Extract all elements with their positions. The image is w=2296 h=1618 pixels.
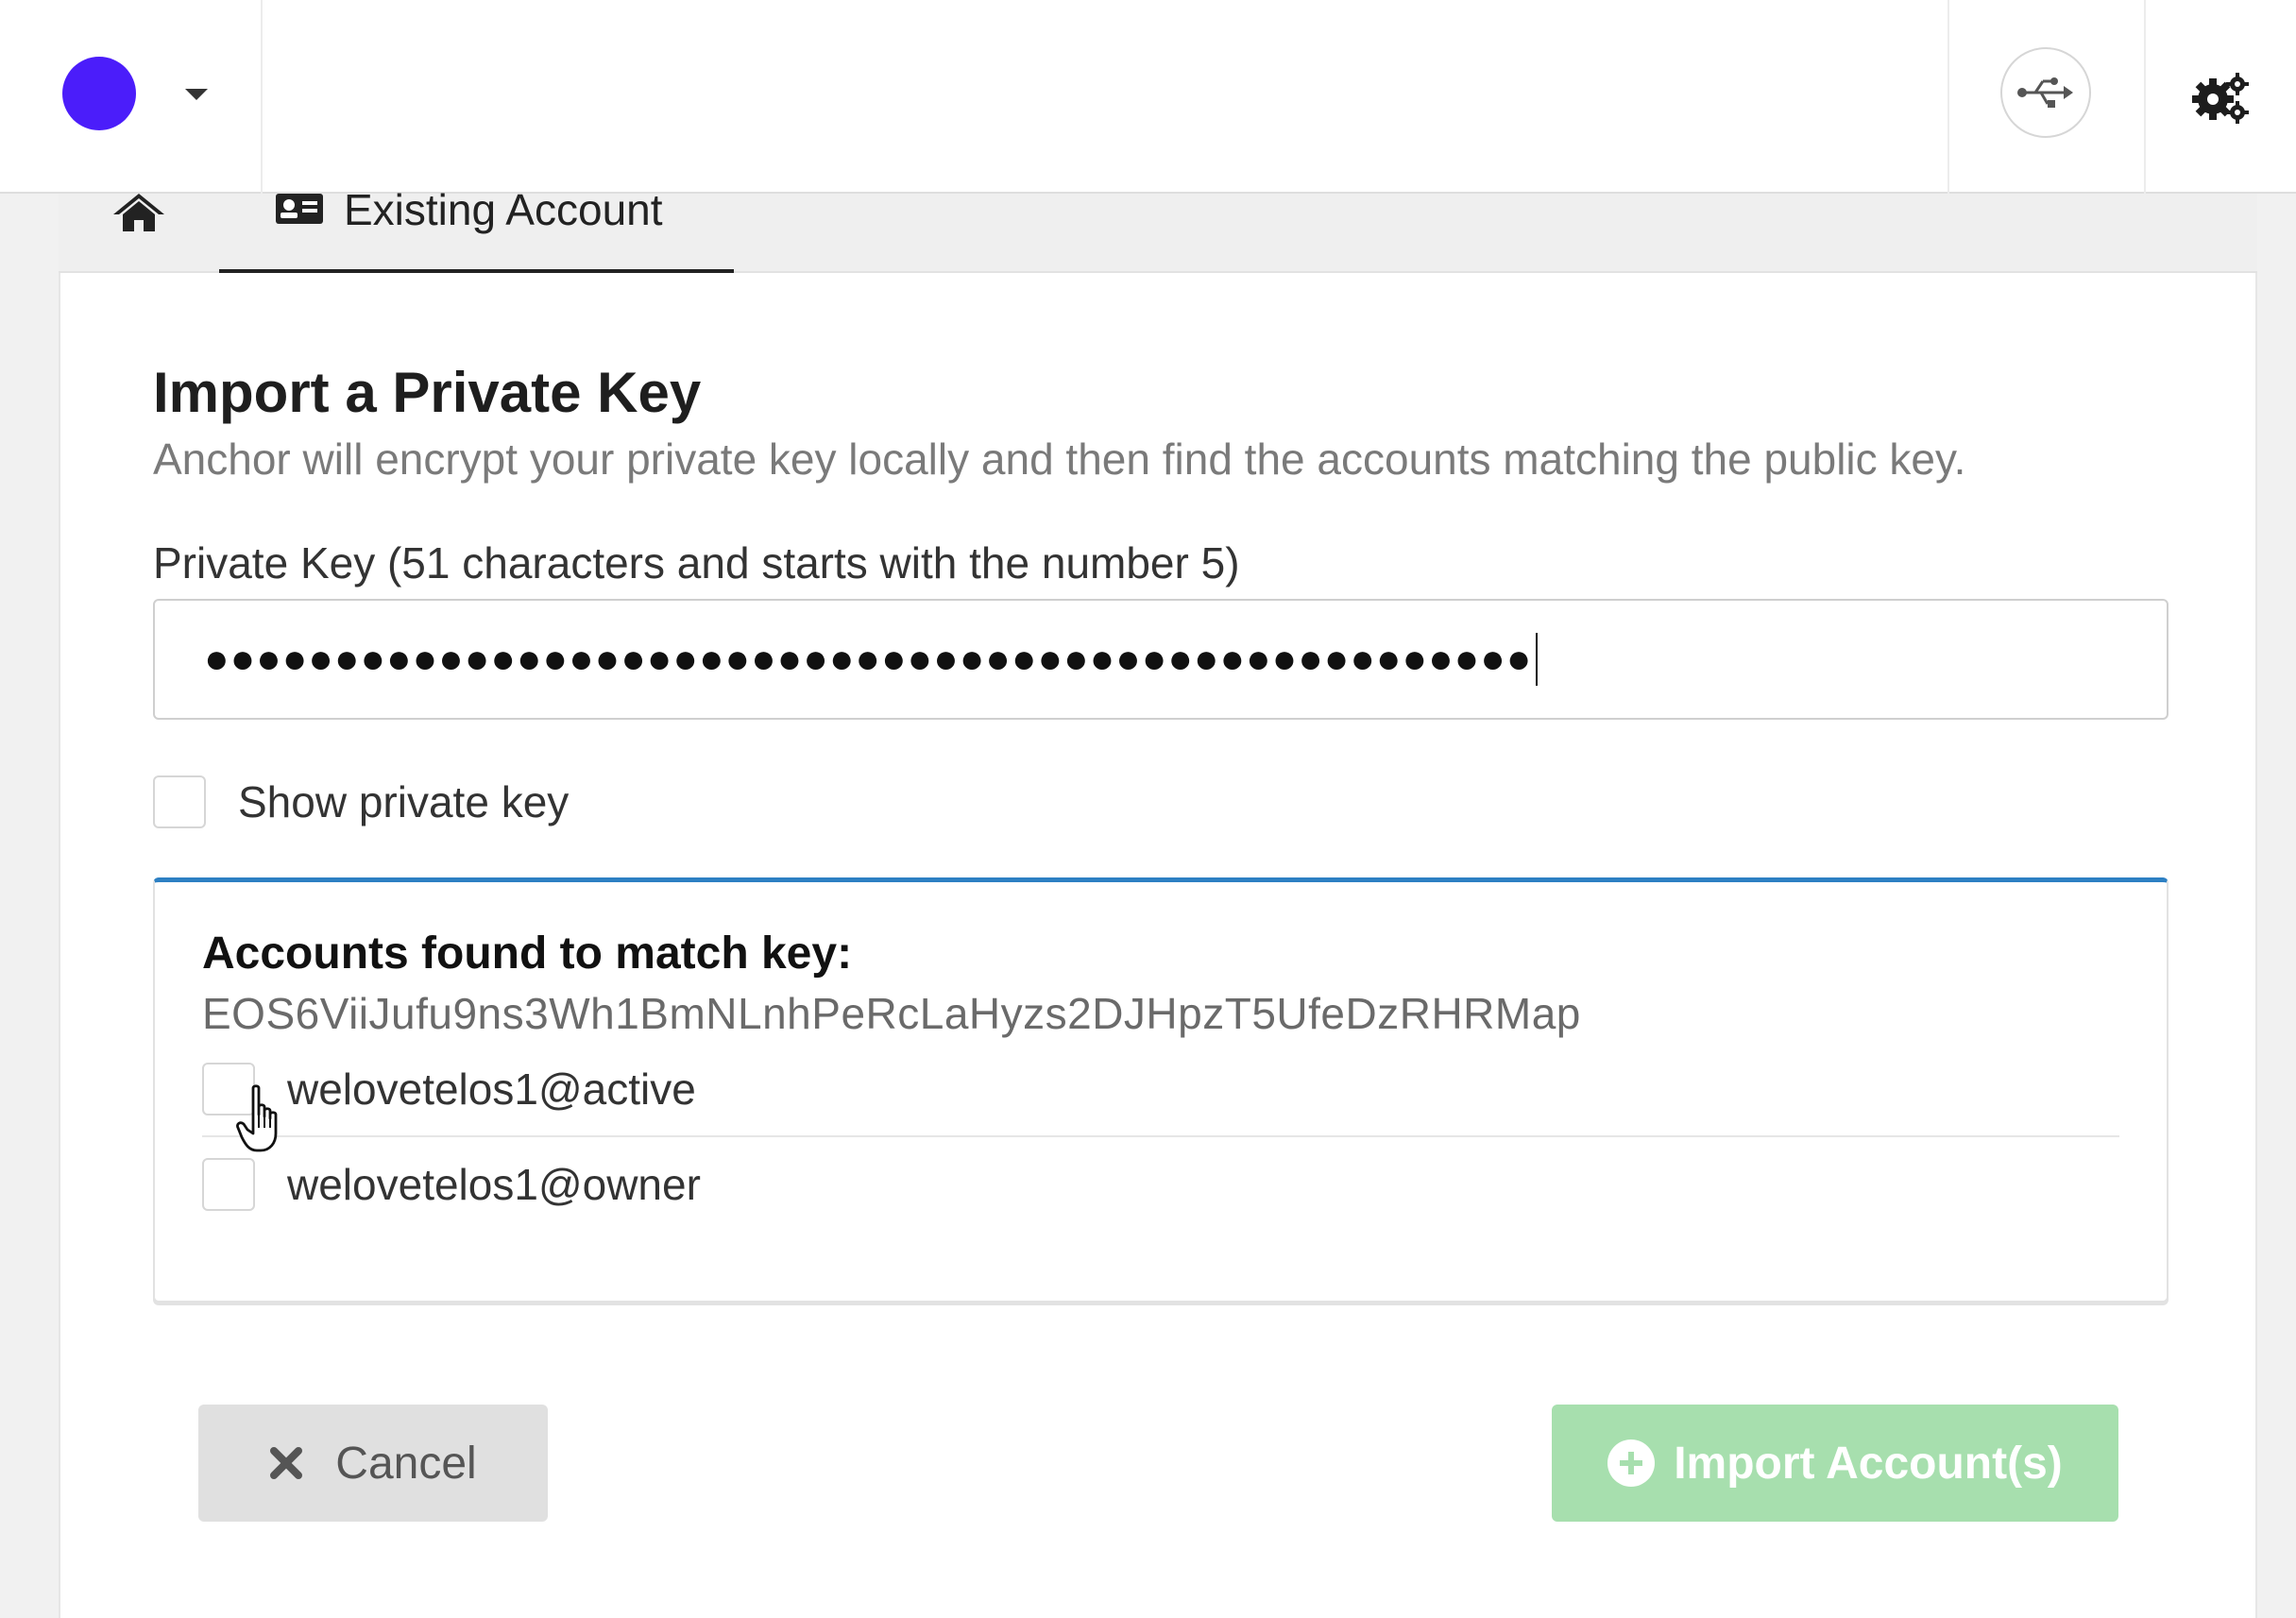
account-name: welovetelos1@owner [287, 1160, 701, 1209]
account-row[interactable]: welovetelos1@active [202, 1043, 2119, 1137]
hand-pointer-icon [236, 1084, 278, 1152]
text-cursor [1536, 633, 1539, 686]
page-description: Anchor will encrypt your private key loc… [153, 434, 1966, 484]
usb-icon [2000, 47, 2091, 138]
home-icon [113, 194, 164, 231]
plus-circle-icon [1607, 1439, 1656, 1487]
settings-button[interactable] [2146, 0, 2296, 194]
gears-icon [2191, 72, 2249, 124]
tab-bar: Existing Account [59, 185, 2257, 273]
cancel-label: Cancel [335, 1438, 477, 1489]
import-label: Import Account(s) [1674, 1438, 2063, 1489]
page-title: Import a Private Key [153, 361, 702, 424]
top-bar [0, 0, 2296, 194]
chain-selector[interactable] [0, 0, 263, 194]
private-key-input[interactable]: ●●●●●●●●●●●●●●●●●●●●●●●●●●●●●●●●●●●●●●●●… [153, 599, 2168, 720]
tab-home[interactable] [113, 194, 208, 273]
public-key: EOS6ViiJufu9ns3Wh1BmNLnhPeRcLaHyzs2DJHpz… [202, 989, 1581, 1038]
account-name: welovetelos1@active [287, 1064, 696, 1114]
account-row[interactable]: welovetelos1@owner [202, 1137, 2119, 1232]
chain-circle-icon [62, 57, 136, 130]
import-accounts-button[interactable]: Import Account(s) [1552, 1405, 2118, 1522]
account-checkbox[interactable] [202, 1158, 255, 1211]
show-private-key-toggle[interactable]: Show private key [153, 774, 569, 830]
accounts-heading: Accounts found to match key: [202, 928, 853, 979]
import-key-panel: Import a Private Key Anchor will encrypt… [59, 273, 2257, 1618]
show-private-key-label: Show private key [238, 777, 570, 826]
id-card-icon [276, 194, 323, 224]
private-key-label: Private Key (51 characters and starts wi… [153, 538, 1240, 588]
show-private-key-checkbox[interactable] [153, 775, 206, 828]
cancel-button[interactable]: Cancel [198, 1405, 548, 1522]
usb-device-button[interactable] [1947, 0, 2146, 194]
tab-existing-account[interactable]: Existing Account [219, 185, 734, 273]
accounts-found-box: Accounts found to match key: EOS6ViiJufu… [153, 877, 2168, 1303]
close-icon [270, 1447, 303, 1479]
tab-existing-account-label: Existing Account [344, 185, 663, 234]
private-key-value: ●●●●●●●●●●●●●●●●●●●●●●●●●●●●●●●●●●●●●●●●… [204, 636, 1533, 682]
chevron-down-icon [185, 89, 208, 100]
